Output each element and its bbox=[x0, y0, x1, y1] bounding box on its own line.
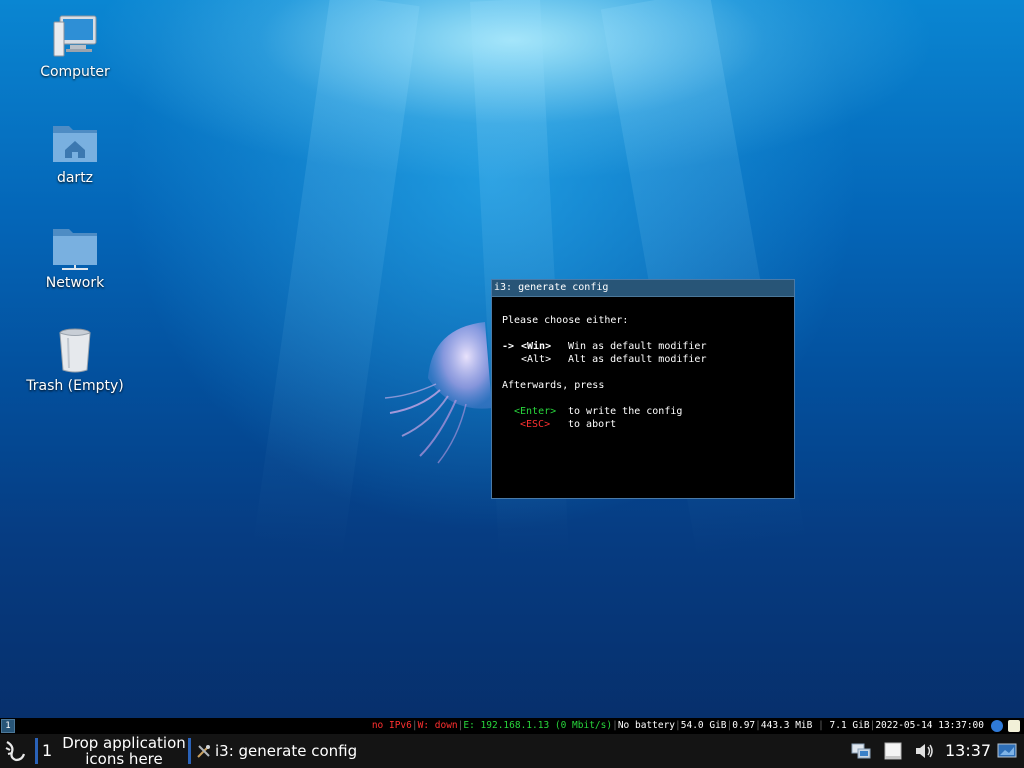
panel-separator bbox=[188, 738, 191, 764]
desktop-icon-network[interactable]: Network bbox=[20, 225, 130, 291]
desktop-icon-home[interactable]: dartz bbox=[20, 120, 130, 186]
desktop-icon-label: dartz bbox=[56, 170, 94, 186]
status-datetime: 2022-05-14 13:37:00 bbox=[875, 720, 984, 731]
dialog-prompt: Please choose either: bbox=[502, 315, 629, 326]
network-icon[interactable] bbox=[850, 740, 872, 762]
enter-action-desc: to write the config bbox=[568, 406, 683, 417]
computer-icon bbox=[53, 15, 97, 57]
drive-icon[interactable] bbox=[882, 740, 904, 762]
task-label: i3: generate config bbox=[215, 742, 358, 760]
desktop-icon-label: Trash (Empty) bbox=[26, 378, 124, 394]
panel-separator bbox=[35, 738, 38, 764]
status-wireless: W: down bbox=[417, 720, 458, 731]
status-load: 0.97 bbox=[732, 720, 756, 731]
tools-icon bbox=[197, 745, 210, 758]
info-tray-icon[interactable] bbox=[991, 720, 1003, 732]
dialog-afterwards: Afterwards, press bbox=[502, 380, 605, 391]
desktop-icon-trash[interactable]: Trash (Empty) bbox=[20, 328, 130, 394]
desktop-pager[interactable]: 1 bbox=[42, 734, 52, 768]
i3bar: 1 no IPv6|W: down|E: 192.168.1.13 (0 Mbi… bbox=[0, 718, 1024, 734]
esc-action-desc: to abort bbox=[568, 419, 617, 430]
dialog-title: i3: generate config bbox=[492, 280, 794, 297]
volume-icon[interactable] bbox=[913, 740, 935, 762]
trash-icon bbox=[59, 328, 91, 373]
status-battery: No battery bbox=[617, 720, 676, 731]
status-ipv6: no IPv6 bbox=[371, 720, 412, 731]
status-memory-total: 7.1 GiB bbox=[829, 720, 870, 731]
option-alt-desc[interactable]: Alt as default modifier bbox=[568, 354, 706, 365]
option-alt-key[interactable]: <Alt> bbox=[521, 354, 551, 365]
esc-key-label: <ESC> bbox=[520, 419, 551, 430]
desktop-icon-label: Computer bbox=[40, 64, 110, 80]
taskbar-item-i3-config[interactable]: i3: generate config bbox=[193, 734, 357, 768]
desktop-icon-label: Network bbox=[45, 275, 105, 291]
option-win-key[interactable]: <Win> bbox=[521, 341, 551, 352]
home-folder-icon bbox=[53, 126, 97, 162]
status-line: no IPv6|W: down|E: 192.168.1.13 (0 Mbit/… bbox=[371, 720, 984, 731]
status-memory: 443.3 MiB bbox=[760, 720, 813, 731]
selection-arrow: -> bbox=[502, 341, 515, 352]
notes-tray-icon[interactable] bbox=[1008, 720, 1020, 732]
workspace-button[interactable]: 1 bbox=[1, 719, 15, 733]
option-win-desc[interactable]: Win as default modifier bbox=[568, 341, 706, 352]
desktop-icon-computer[interactable]: Computer bbox=[20, 14, 130, 80]
status-ethernet: E: 192.168.1.13 (0 Mbit/s) bbox=[463, 720, 613, 731]
i3-config-dialog[interactable]: i3: generate config Please choose either… bbox=[491, 279, 795, 499]
enter-key-label: <Enter> bbox=[514, 406, 557, 417]
status-disk: 54.0 GiB bbox=[680, 720, 727, 731]
panel-clock[interactable]: 13:37 bbox=[945, 734, 991, 768]
taskbar-panel: 1 Drop application icons here i3: genera… bbox=[0, 734, 1024, 768]
desktop-icon[interactable] bbox=[996, 740, 1018, 762]
light-ray bbox=[252, 0, 420, 561]
launch-bar[interactable]: Drop application icons here bbox=[60, 735, 188, 767]
start-menu-icon[interactable] bbox=[2, 738, 28, 764]
network-folder-icon bbox=[53, 229, 97, 270]
